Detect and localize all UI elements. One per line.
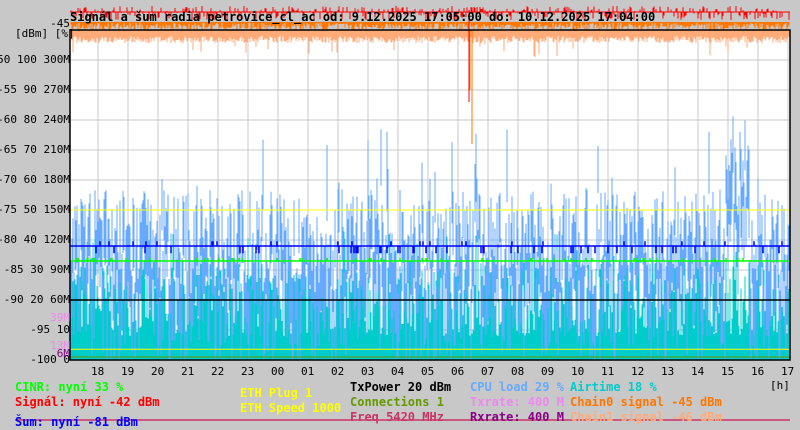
y-tick-label: -80 40 120M [0, 233, 70, 246]
x-unit-label: [h] [770, 379, 790, 392]
legend-txrate: Txrate: 400 M [470, 395, 564, 409]
x-tick-label: 06 [451, 365, 465, 378]
legend-signal: Signál: nyní -42 dBm [15, 395, 160, 409]
legend-freq: Freq 5420 MHz [350, 410, 444, 424]
y-tick-label: -70 60 180M [0, 173, 70, 186]
x-tick-label: 08 [511, 365, 525, 378]
x-tick-label: 10 [571, 365, 585, 378]
x-tick-label: 20 [151, 365, 165, 378]
x-tick-label: 01 [301, 365, 315, 378]
x-tick-label: 03 [361, 365, 375, 378]
x-tick-label: 09 [541, 365, 555, 378]
x-tick-label: 04 [391, 365, 405, 378]
legend-connections: Connections 1 [350, 395, 444, 409]
x-tick-label: 17 [781, 365, 795, 378]
x-tick-label: 00 [271, 365, 285, 378]
x-tick-label: 12 [631, 365, 645, 378]
y-tick-label: -85 30 90M [3, 263, 70, 276]
x-tick-label: 05 [421, 365, 435, 378]
x-tick-label: 15 [721, 365, 735, 378]
x-tick-label: 14 [691, 365, 705, 378]
x-tick-label: 19 [121, 365, 135, 378]
y-tick-label: -90 20 60M [3, 293, 70, 306]
legend-chain1: Chain1 signal -46 dBm [570, 410, 722, 424]
legend-cpu: CPU load 29 % [470, 380, 564, 394]
rate-tick-label: 39M [50, 311, 70, 324]
rate-tick-label: 6M [56, 347, 70, 360]
legend-txpower: TxPower 20 dBm [350, 380, 452, 394]
x-tick-label: 22 [211, 365, 225, 378]
y-tick-label: -95 10 [30, 323, 70, 336]
x-tick-label: 21 [181, 365, 195, 378]
y-tick-label: -50 100 300M [0, 53, 70, 66]
legend-eth-speed: ETH Speed 1000 [240, 401, 342, 415]
y-tick-label: -75 50 150M [0, 203, 70, 216]
x-tick-label: 07 [481, 365, 495, 378]
y-tick-label: -65 70 210M [0, 143, 70, 156]
y-tick-label: -60 80 240M [0, 113, 70, 126]
x-tick-label: 18 [91, 365, 105, 378]
legend-cinr: CINR: nyní 33 % [15, 380, 124, 394]
legend-rxrate: Rxrate: 400 M [470, 410, 564, 424]
legend-chain0: Chain0 signal -45 dBm [570, 395, 722, 409]
legend-airtime: Airtime 18 % [570, 380, 657, 394]
x-tick-label: 13 [661, 365, 675, 378]
x-tick-label: 11 [601, 365, 615, 378]
x-tick-label: 02 [331, 365, 345, 378]
legend-noise: Šum: nyní -81 dBm [15, 415, 138, 429]
chart-title: Signál a šum radia petrovice_cl_ac od: 9… [70, 10, 656, 24]
x-tick-label: 23 [241, 365, 255, 378]
legend-eth-plug: ETH Plug 1 [240, 386, 313, 400]
x-tick-label: 16 [751, 365, 765, 378]
y-tick-label: -55 90 270M [0, 83, 70, 96]
y-tick-label: -45 [50, 17, 70, 30]
